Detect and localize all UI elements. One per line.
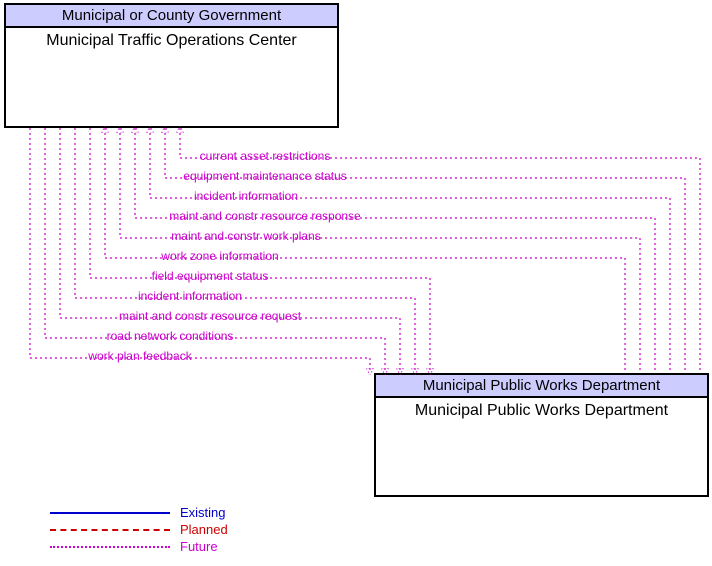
legend-row-existing: Existing	[50, 505, 228, 520]
legend-line-future	[50, 546, 170, 548]
entity-title-top: Municipal Traffic Operations Center	[6, 28, 337, 54]
legend-label-planned: Planned	[180, 522, 228, 537]
flow-label: equipment maintenance status	[183, 169, 346, 183]
legend-row-planned: Planned	[50, 522, 228, 537]
flow-label: work plan feedback	[88, 349, 191, 363]
flow-label: incident information	[138, 289, 242, 303]
entity-traffic-operations-center: Municipal or County Government Municipal…	[4, 3, 339, 128]
flow-label: road network conditions	[107, 329, 234, 343]
entity-public-works-dept: Municipal Public Works Department Munici…	[374, 373, 709, 497]
flow-label: field equipment status	[152, 269, 269, 283]
flow-label: maint and constr resource response	[169, 209, 360, 223]
entity-header-bottom: Municipal Public Works Department	[376, 375, 707, 398]
flow-label: maint and constr work plans	[171, 229, 320, 243]
legend: Existing Planned Future	[50, 505, 228, 556]
legend-label-future: Future	[180, 539, 218, 554]
flow-label: work zone information	[161, 249, 278, 263]
legend-line-existing	[50, 512, 170, 514]
legend-label-existing: Existing	[180, 505, 226, 520]
flow-label: maint and constr resource request	[119, 309, 301, 323]
legend-row-future: Future	[50, 539, 228, 554]
flow-label: incident information	[194, 189, 298, 203]
entity-header-top: Municipal or County Government	[6, 5, 337, 28]
legend-line-planned	[50, 529, 170, 531]
flow-label: current asset restrictions	[200, 149, 331, 163]
entity-title-bottom: Municipal Public Works Department	[376, 398, 707, 424]
